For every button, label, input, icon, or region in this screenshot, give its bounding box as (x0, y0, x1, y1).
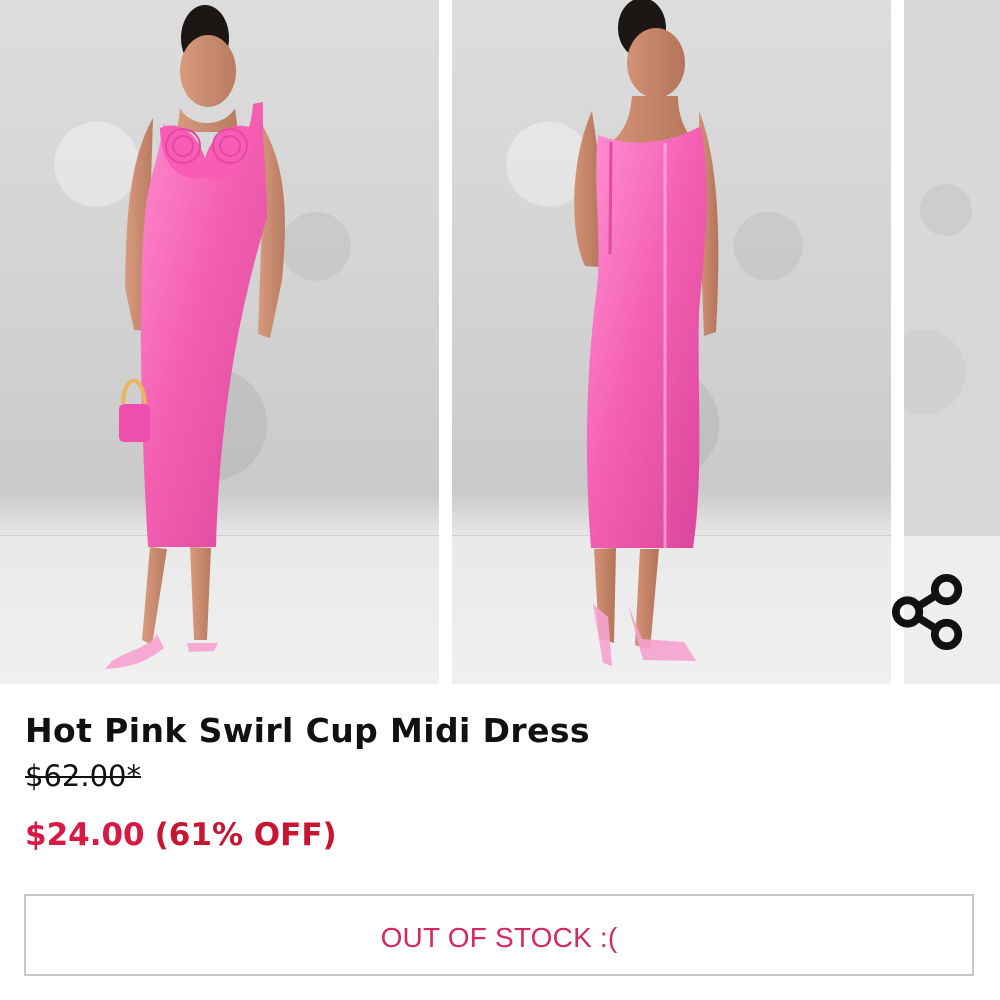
original-price: $62.00* (25, 759, 141, 793)
share-icon (890, 573, 968, 651)
back-model-illustration (574, 0, 719, 666)
product-image-gallery[interactable] (0, 0, 1000, 684)
front-model-illustration (105, 5, 285, 669)
discount-label: (61% OFF) (154, 817, 337, 853)
product-image-front[interactable] (0, 0, 439, 684)
product-image-back[interactable] (452, 0, 891, 684)
sale-price: $24.00 (25, 817, 145, 853)
out-of-stock-button[interactable]: OUT OF STOCK :( (24, 894, 974, 976)
share-button[interactable] (888, 571, 970, 653)
sale-price-row: $24.00 (61% OFF) (25, 813, 337, 857)
product-title: Hot Pink Swirl Cup Midi Dress (25, 711, 590, 751)
